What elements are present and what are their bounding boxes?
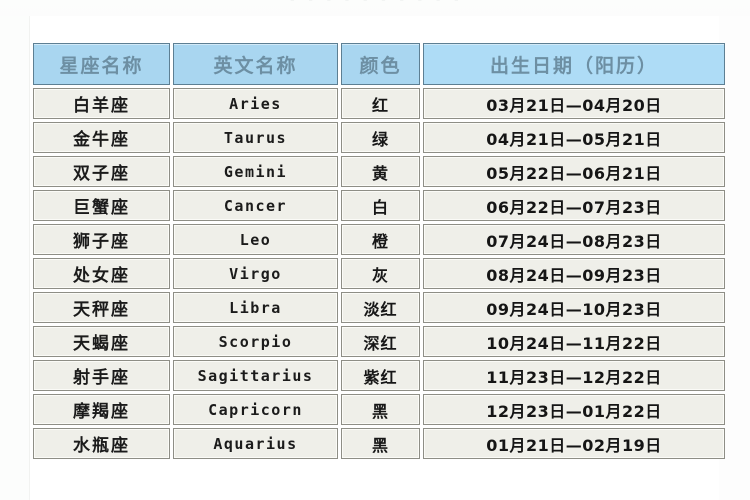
cell-sign-name: 白羊座 (33, 88, 170, 119)
cell-color: 淡红 (341, 292, 420, 323)
zodiac-table-page: ▪ ▪ ▪ ▪ ▪ ▪ ▪ ▪ ▪ ▪ 星座名称 英文名称 颜色 出生日期（阳历… (0, 0, 750, 500)
cell-english-name: Taurus (173, 122, 338, 153)
cell-english-name: Aries (173, 88, 338, 119)
cell-english-name: Libra (173, 292, 338, 323)
cell-sign-name: 水瓶座 (33, 428, 170, 459)
cell-english-name: Scorpio (173, 326, 338, 357)
table-row: 双子座 Gemini 黄 05月22日—06月21日 (33, 156, 725, 187)
header-cell-color: 颜色 (341, 43, 420, 85)
cell-color: 黑 (341, 394, 420, 425)
cell-sign-name: 摩羯座 (33, 394, 170, 425)
cell-english-name: Aquarius (173, 428, 338, 459)
table-row: 天蝎座 Scorpio 深红 10月24日—11月22日 (33, 326, 725, 357)
cell-color: 橙 (341, 224, 420, 255)
cell-birthdate: 06月22日—07月23日 (423, 190, 725, 221)
table-row: 处女座 Virgo 灰 08月24日—09月23日 (33, 258, 725, 289)
cell-sign-name: 巨蟹座 (33, 190, 170, 221)
cell-color: 紫红 (341, 360, 420, 391)
left-margin (0, 0, 30, 500)
cell-english-name: Capricorn (173, 394, 338, 425)
zodiac-table-container: 星座名称 英文名称 颜色 出生日期（阳历） 白羊座 Aries 红 03月21日—04… (30, 40, 725, 462)
cell-sign-name: 金牛座 (33, 122, 170, 153)
cell-english-name: Cancer (173, 190, 338, 221)
table-header-row: 星座名称 英文名称 颜色 出生日期（阳历） (33, 43, 725, 85)
cell-birthdate: 10月24日—11月22日 (423, 326, 725, 357)
cell-color: 红 (341, 88, 420, 119)
cell-birthdate: 12月23日—01月22日 (423, 394, 725, 425)
cell-sign-name: 天蝎座 (33, 326, 170, 357)
table-row: 水瓶座 Aquarius 黑 01月21日—02月19日 (33, 428, 725, 459)
cell-sign-name: 双子座 (33, 156, 170, 187)
cell-birthdate: 05月22日—06月21日 (423, 156, 725, 187)
clipped-top-text-strip: ▪ ▪ ▪ ▪ ▪ ▪ ▪ ▪ ▪ ▪ (0, 0, 750, 16)
cell-birthdate: 08月24日—09月23日 (423, 258, 725, 289)
cell-birthdate: 09月24日—10月23日 (423, 292, 725, 323)
table-row: 射手座 Sagittarius 紫红 11月23日—12月22日 (33, 360, 725, 391)
table-row: 金牛座 Taurus 绿 04月21日—05月21日 (33, 122, 725, 153)
cell-sign-name: 天秤座 (33, 292, 170, 323)
cell-color: 黑 (341, 428, 420, 459)
cell-english-name: Leo (173, 224, 338, 255)
cell-color: 灰 (341, 258, 420, 289)
table-row: 狮子座 Leo 橙 07月24日—08月23日 (33, 224, 725, 255)
table-row: 摩羯座 Capricorn 黑 12月23日—01月22日 (33, 394, 725, 425)
cell-color: 黄 (341, 156, 420, 187)
header-cell-name: 星座名称 (33, 43, 170, 85)
cell-color: 深红 (341, 326, 420, 357)
cell-color: 绿 (341, 122, 420, 153)
table-row: 天秤座 Libra 淡红 09月24日—10月23日 (33, 292, 725, 323)
cell-sign-name: 处女座 (33, 258, 170, 289)
header-cell-birthdate: 出生日期（阳历） (423, 43, 725, 85)
zodiac-table-body: 星座名称 英文名称 颜色 出生日期（阳历） 白羊座 Aries 红 03月21日—04… (33, 43, 725, 459)
zodiac-table: 星座名称 英文名称 颜色 出生日期（阳历） 白羊座 Aries 红 03月21日—04… (30, 40, 728, 462)
cell-birthdate: 04月21日—05月21日 (423, 122, 725, 153)
cell-english-name: Gemini (173, 156, 338, 187)
cell-english-name: Virgo (173, 258, 338, 289)
cell-birthdate: 03月21日—04月20日 (423, 88, 725, 119)
cell-birthdate: 11月23日—12月22日 (423, 360, 725, 391)
cell-sign-name: 射手座 (33, 360, 170, 391)
header-cell-english: 英文名称 (173, 43, 338, 85)
cell-sign-name: 狮子座 (33, 224, 170, 255)
table-row: 巨蟹座 Cancer 白 06月22日—07月23日 (33, 190, 725, 221)
cell-birthdate: 01月21日—02月19日 (423, 428, 725, 459)
clipped-top-text: ▪ ▪ ▪ ▪ ▪ ▪ ▪ ▪ ▪ ▪ (290, 0, 464, 6)
cell-birthdate: 07月24日—08月23日 (423, 224, 725, 255)
cell-english-name: Sagittarius (173, 360, 338, 391)
table-row: 白羊座 Aries 红 03月21日—04月20日 (33, 88, 725, 119)
cell-color: 白 (341, 190, 420, 221)
